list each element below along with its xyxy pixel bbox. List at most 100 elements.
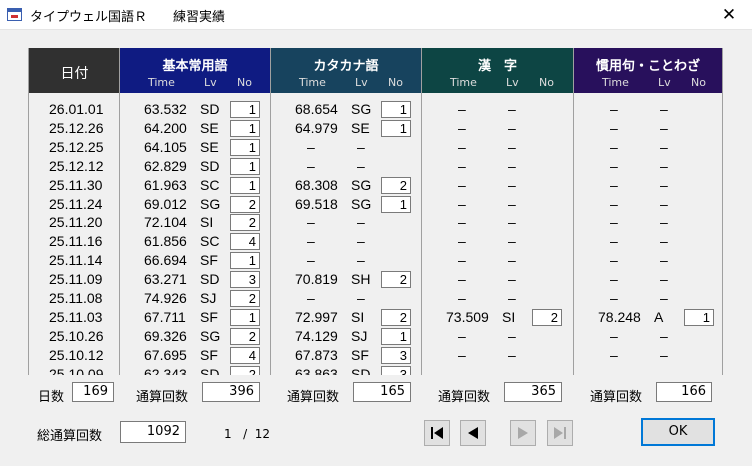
last-page-button[interactable] <box>547 420 573 446</box>
table-row: 25.10.26 <box>29 327 119 345</box>
table-row: 25.11.09 <box>29 270 119 288</box>
katakana-time-cell: – <box>307 157 315 174</box>
table-row: – – <box>574 176 722 194</box>
kanyo-time-cell: – <box>610 233 618 250</box>
katakana-time-cell: 63.863 <box>295 365 338 375</box>
table-row: – – <box>574 251 722 269</box>
kanyo-time-cell: – <box>610 271 618 288</box>
table-row: 62.829 SD 1 <box>120 157 270 175</box>
kanyo-time-cell: – <box>610 290 618 306</box>
date-cell: 25.11.16 <box>49 233 103 250</box>
kanji-count-value: 365 <box>504 382 562 402</box>
kanji-time-cell: – <box>458 214 466 231</box>
kihon-time-cell: 66.694 <box>144 252 187 269</box>
kanji-lv-cell: – <box>508 233 516 250</box>
kanji-lv-cell: – <box>508 346 516 363</box>
close-button[interactable]: ✕ <box>706 0 752 30</box>
table-row: 25.11.20 <box>29 213 119 231</box>
days-label: 日数 <box>38 390 65 405</box>
table-row: 25.12.25 <box>29 138 119 156</box>
katakana-time-cell: 64.979 <box>295 119 338 136</box>
kanyo-lv-cell: – <box>660 233 668 250</box>
kihon-lv-cell: SJ <box>200 290 217 306</box>
table-row: – – <box>574 138 722 156</box>
katakana-footer: 通算回数 165 <box>287 382 417 405</box>
kanyo-lv-cell: – <box>660 101 668 117</box>
kihon-time-cell: 67.711 <box>144 308 186 325</box>
kihon-count-value: 396 <box>202 382 260 402</box>
days-footer: 日数 169 <box>38 382 120 405</box>
katakana-time-cell: 69.518 <box>295 195 338 212</box>
kanji-lv-cell: – <box>508 195 516 212</box>
table-row: – – <box>271 213 421 231</box>
kihon-no-cell: 2 <box>230 365 260 375</box>
kanyo-lv-cell: – <box>660 119 668 136</box>
table-row: 74.926 SJ 2 <box>120 289 270 307</box>
kanyo-time-cell: – <box>610 365 618 375</box>
skip-last-icon <box>554 427 566 439</box>
kanyo-time-cell: – <box>610 346 618 363</box>
table-row: – – <box>422 251 573 269</box>
kanji-lv-cell: – <box>508 271 516 288</box>
katakana-no-label: No <box>388 76 403 89</box>
kihon-lv-cell: SC <box>200 176 220 193</box>
kanji-time-cell: – <box>458 327 466 344</box>
katakana-count-value: 165 <box>353 382 411 402</box>
table-row: 62.343 SD 2 <box>120 365 270 375</box>
katakana-time-cell: 72.997 <box>295 308 338 325</box>
kihon-lv-cell: SE <box>200 119 219 136</box>
kanji-lv-cell: – <box>508 290 516 306</box>
date-panel: 日付 26.01.01 25.12.26 25.12.25 25.12.12 25.11… <box>28 48 120 375</box>
date-cell: 25.10.09 <box>49 365 104 375</box>
katakana-lv-cell: SH <box>351 271 371 288</box>
kanji-time-cell: – <box>458 157 466 174</box>
kanji-time-cell: – <box>458 233 466 250</box>
katakana-lv-cell: – <box>357 290 365 306</box>
table-row: – – <box>422 346 573 364</box>
kihon-time-cell: 62.829 <box>144 157 187 174</box>
kanji-lv-cell: – <box>508 214 516 231</box>
katakana-lv-cell: SD <box>351 365 371 375</box>
kihon-time-cell: 64.200 <box>144 119 187 136</box>
table-row: 74.129 SJ 1 <box>271 327 421 345</box>
kanji-lv-cell: – <box>508 365 516 375</box>
prev-page-button[interactable] <box>460 420 486 446</box>
table-row: – – <box>574 327 722 345</box>
total-label: 総通算回数 <box>37 429 103 444</box>
katakana-time-cell: 74.129 <box>295 327 338 344</box>
kanji-time-cell: – <box>458 138 466 155</box>
table-row: 73.509 SI 2 <box>422 308 573 326</box>
katakana-no-cell: 1 <box>381 327 411 345</box>
table-row: 64.979 SE 1 <box>271 119 421 137</box>
katakana-no-cell: 1 <box>381 101 411 118</box>
kanyo-header: 慣用句・ことわざ Time Lv No <box>574 48 722 93</box>
first-page-button[interactable] <box>424 420 450 446</box>
kihon-lv-cell: SI <box>200 214 214 231</box>
kihon-header: 基本常用語 Time Lv No <box>120 48 270 93</box>
katakana-lv-cell: – <box>357 157 365 174</box>
katakana-header: カタカナ語 Time Lv No <box>271 48 421 93</box>
kanji-lv-cell: – <box>508 327 516 344</box>
kihon-time-cell: 61.856 <box>144 233 187 250</box>
kanji-count-label: 通算回数 <box>438 390 491 405</box>
prev-icon <box>468 427 478 439</box>
katakana-time-cell: 67.873 <box>295 346 338 363</box>
ok-button[interactable]: OK <box>641 418 715 446</box>
kihon-lv-cell: SF <box>200 308 218 325</box>
window-title: タイプウェル国語Ｒ 練習実績 <box>30 10 226 25</box>
next-page-button[interactable] <box>510 420 536 446</box>
kanji-time-cell: – <box>458 176 466 193</box>
table-row: 25.10.09 <box>29 365 119 375</box>
kihon-time-cell: 74.926 <box>144 290 187 306</box>
kihon-lv-cell: SC <box>200 233 220 250</box>
table-row: – – <box>422 138 573 156</box>
kanyo-lv-cell: – <box>660 271 668 288</box>
page-separator: / <box>243 427 248 441</box>
katakana-title: カタカナ語 <box>313 59 379 74</box>
kanji-lv-cell: – <box>508 252 516 269</box>
table-row: 61.856 SC 4 <box>120 232 270 251</box>
katakana-lv-cell: SI <box>351 308 365 325</box>
table-row: 68.308 SG 2 <box>271 176 421 194</box>
kihon-no-cell: 3 <box>230 271 260 289</box>
date-cell: 25.11.30 <box>49 176 103 193</box>
